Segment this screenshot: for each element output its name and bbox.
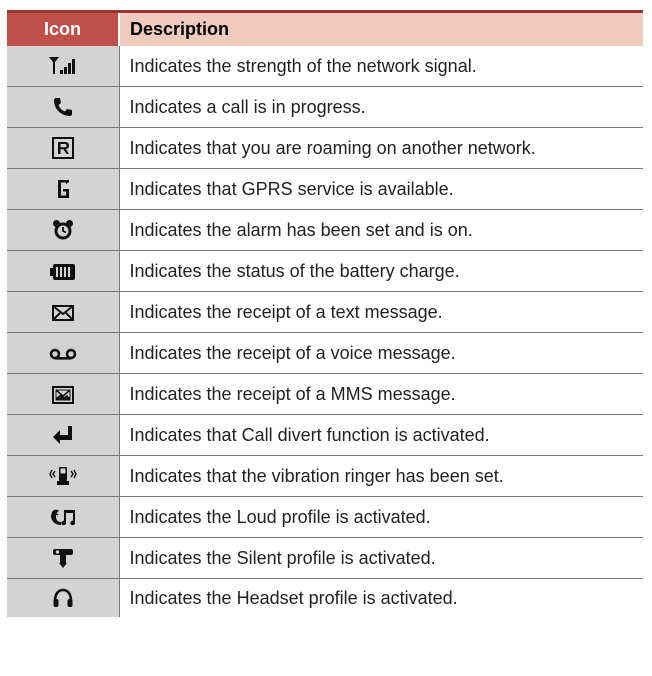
headset-icon bbox=[53, 588, 73, 608]
icon-cell bbox=[7, 86, 120, 128]
icon-cell bbox=[7, 332, 120, 374]
table-row: Indicates that GPRS service is available… bbox=[7, 168, 643, 210]
table-row: Indicates the alarm has been set and is … bbox=[7, 209, 643, 251]
description-cell: Indicates the receipt of a MMS message. bbox=[119, 373, 643, 415]
description-cell: Indicates that GPRS service is available… bbox=[119, 168, 643, 210]
phone-call-icon bbox=[53, 98, 72, 117]
icon-cell bbox=[7, 496, 120, 538]
vibration-icon bbox=[48, 467, 77, 486]
description-cell: Indicates that Call divert function is a… bbox=[119, 414, 643, 456]
icon-cell bbox=[7, 414, 120, 456]
table-header-row: Icon Description bbox=[7, 10, 643, 46]
voicemail-icon bbox=[49, 348, 77, 360]
description-cell: Indicates the Headset profile is activat… bbox=[119, 578, 643, 617]
table-row: Indicates the Headset profile is activat… bbox=[7, 578, 643, 617]
description-cell: Indicates the receipt of a text message. bbox=[119, 291, 643, 333]
icon-cell bbox=[7, 537, 120, 579]
description-cell: Indicates the Loud profile is activated. bbox=[119, 496, 643, 538]
envelope-icon bbox=[51, 304, 74, 321]
icon-column-header: Icon bbox=[7, 10, 120, 46]
icon-description-table: Icon Description Indicates the strength … bbox=[7, 10, 643, 617]
loud-profile-icon bbox=[50, 509, 75, 526]
silent-profile-icon bbox=[52, 549, 73, 569]
icon-cell bbox=[7, 250, 120, 292]
table-row: Indicates a call is in progress. bbox=[7, 86, 643, 128]
icon-cell bbox=[7, 291, 120, 333]
table-row: Indicates the receipt of a text message. bbox=[7, 291, 643, 333]
icon-cell bbox=[7, 46, 120, 87]
roaming-icon bbox=[51, 137, 74, 160]
icon-cell bbox=[7, 373, 120, 415]
battery-icon bbox=[49, 263, 75, 280]
gprs-icon bbox=[57, 180, 69, 198]
table-row: Indicates the receipt of a MMS message. bbox=[7, 373, 643, 415]
description-cell: Indicates the status of the battery char… bbox=[119, 250, 643, 292]
signal-strength-icon bbox=[48, 57, 75, 75]
table-row: Indicates the Loud profile is activated. bbox=[7, 496, 643, 538]
description-cell: Indicates that you are roaming on anothe… bbox=[119, 127, 643, 169]
table-row: Indicates that the vibration ringer has … bbox=[7, 455, 643, 497]
icon-cell bbox=[7, 127, 120, 169]
icon-cell bbox=[7, 209, 120, 251]
description-cell: Indicates the receipt of a voice message… bbox=[119, 332, 643, 374]
description-cell: Indicates the strength of the network si… bbox=[119, 46, 643, 87]
icon-cell bbox=[7, 578, 120, 617]
description-cell: Indicates that the vibration ringer has … bbox=[119, 455, 643, 497]
table-row: Indicates that Call divert function is a… bbox=[7, 414, 643, 456]
table-row: Indicates the Silent profile is activate… bbox=[7, 537, 643, 579]
table-row: Indicates that you are roaming on anothe… bbox=[7, 127, 643, 169]
table-row: Indicates the strength of the network si… bbox=[7, 46, 643, 87]
table-row: Indicates the receipt of a voice message… bbox=[7, 332, 643, 374]
icon-cell bbox=[7, 168, 120, 210]
icon-cell bbox=[7, 455, 120, 497]
mms-icon bbox=[51, 385, 74, 404]
description-column-header: Description bbox=[119, 10, 643, 46]
description-cell: Indicates the alarm has been set and is … bbox=[119, 209, 643, 251]
call-divert-icon bbox=[52, 426, 72, 445]
description-cell: Indicates the Silent profile is activate… bbox=[119, 537, 643, 579]
alarm-icon bbox=[52, 220, 73, 240]
description-cell: Indicates a call is in progress. bbox=[119, 86, 643, 128]
table-row: Indicates the status of the battery char… bbox=[7, 250, 643, 292]
